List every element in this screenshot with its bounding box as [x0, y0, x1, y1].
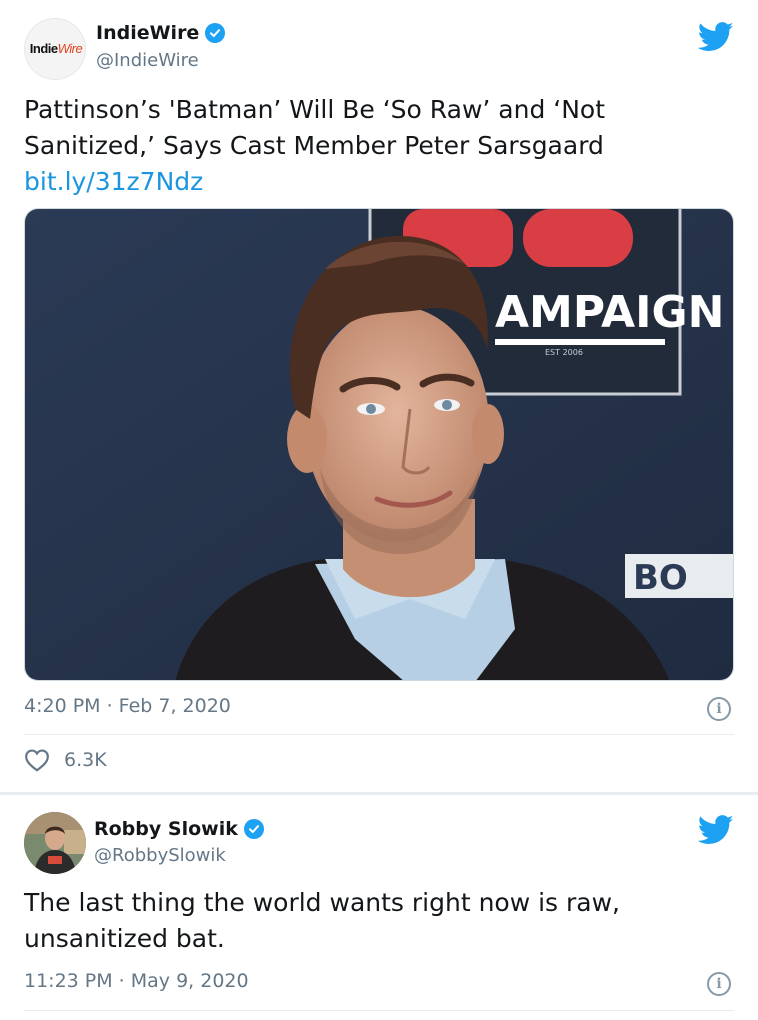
author-name[interactable]: IndieWire: [96, 22, 226, 44]
verified-badge-icon: [243, 819, 264, 839]
tweet-text-line: The last thing the world wants right now…: [24, 888, 621, 917]
author-handle[interactable]: @IndieWire: [96, 50, 199, 71]
tweet-indiewire: IndieWire IndieWire @IndieWire Pattinson…: [0, 0, 758, 792]
info-icon[interactable]: i: [707, 972, 731, 996]
info-icon[interactable]: i: [707, 697, 731, 721]
tweet-photo[interactable]: AMPAIGN EST 2006 BO: [24, 208, 734, 681]
twitter-bird-icon[interactable]: [698, 22, 734, 52]
author-name-text: Robby Slowik: [94, 818, 238, 840]
author-name-text: IndieWire: [96, 22, 200, 44]
banner-text: BO: [633, 558, 688, 598]
avatar[interactable]: IndieWire: [24, 18, 86, 80]
tweet-timestamp[interactable]: 4:20 PM · Feb 7, 2020: [24, 695, 231, 717]
avatar[interactable]: [24, 812, 86, 874]
author-handle[interactable]: @RobbySlowik: [94, 845, 226, 866]
divider: [24, 1010, 734, 1011]
indiewire-logo: IndieWire: [29, 41, 83, 56]
tweet-text-line: unsanitized bat.: [24, 924, 225, 953]
heart-icon: [25, 749, 49, 772]
twitter-bird-icon[interactable]: [698, 815, 734, 845]
like-count: 6.3K: [64, 749, 107, 771]
tweet-text-line: Pattinson’s 'Batman’ Will Be ‘So Raw’ an…: [24, 95, 606, 124]
tweet-text: Pattinson’s 'Batman’ Will Be ‘So Raw’ an…: [24, 92, 724, 200]
tweet-text-line: Sanitized,’ Says Cast Member Peter Sarsg…: [24, 131, 604, 160]
tweet-link[interactable]: bit.ly/31z7Ndz: [24, 164, 724, 200]
like-button[interactable]: 6.3K: [24, 748, 107, 772]
verified-badge-icon: [205, 23, 226, 43]
user-avatar-illustration: [24, 812, 86, 874]
author-name[interactable]: Robby Slowik: [94, 818, 264, 840]
sign-text: AMPAIGN: [495, 287, 724, 338]
actor-photo-illustration: AMPAIGN EST 2006 BO: [25, 209, 733, 680]
divider: [24, 734, 734, 735]
tweet-text: The last thing the world wants right now…: [24, 885, 724, 957]
sign-subtext: EST 2006: [545, 348, 583, 357]
tweet-timestamp[interactable]: 11:23 PM · May 9, 2020: [24, 970, 249, 992]
